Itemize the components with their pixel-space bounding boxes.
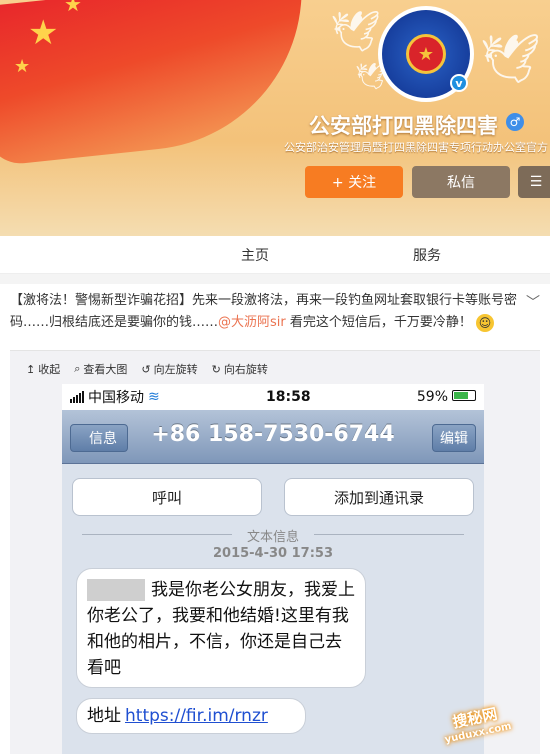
star-icon: ★: [64, 0, 82, 16]
chevron-down-icon[interactable]: ﹀: [526, 292, 540, 312]
dove-icon: 🕊: [480, 31, 541, 87]
battery-group: 59%: [417, 389, 476, 405]
avatar[interactable]: ★ v: [378, 6, 474, 102]
view-large-button[interactable]: ⌕ 查看大图: [74, 361, 127, 377]
collapse-button[interactable]: ↥ 收起: [26, 361, 60, 377]
emoji-icon: ☺: [476, 313, 495, 332]
sms-screenshot[interactable]: 中国移动 ≋ 18:58 59% 信息 +86 158-7530-6744 编辑…: [62, 384, 484, 754]
message-button[interactable]: 私信: [412, 166, 510, 198]
message-date: 2015-4-30 17:53: [212, 546, 333, 561]
dove-icon: 🕊: [330, 9, 381, 55]
star-icon: ★: [14, 56, 31, 77]
carrier-group: 中国移动 ≋: [70, 387, 160, 407]
collapse-label: 收起: [38, 363, 61, 376]
phishing-link[interactable]: https://fir.im/rnzr: [125, 703, 268, 729]
rotate-left-icon: ↺: [141, 362, 151, 376]
clock: 18:58: [266, 389, 311, 405]
message-separator: 文本信息: [62, 526, 484, 545]
battery-percent: 59%: [416, 389, 448, 405]
section-divider: [0, 274, 550, 284]
redacted-block: [87, 579, 145, 601]
gender-icon: ♂: [506, 113, 524, 131]
rotate-left-button[interactable]: ↺ 向左旋转: [141, 361, 197, 377]
verified-icon: v: [450, 74, 468, 92]
rotate-left-label: 向左旋转: [153, 363, 198, 376]
emblem-star-icon: ★: [406, 34, 446, 74]
wifi-icon: ≋: [148, 389, 160, 405]
post-text-part2: 看完这个短信后，千万要冷静！: [289, 315, 472, 330]
message-bubble: 我是你老公女朋友，我爱上你老公了，我要和他结婚!这里有我和他的相片，不信，你还是…: [76, 568, 366, 688]
star-icon: ★: [28, 13, 59, 53]
signal-icon: [70, 391, 84, 403]
profile-description: 公安部治安管理局暨打四黑除四害专项行动办公室官方: [284, 141, 548, 154]
edit-button[interactable]: 编辑: [432, 424, 476, 452]
carrier-name: 中国移动: [88, 390, 144, 406]
add-contact-button[interactable]: 添加到通讯录: [284, 478, 474, 516]
sms-header: 信息 +86 158-7530-6744 编辑: [62, 410, 484, 464]
battery-icon: [452, 390, 476, 401]
sender-number: +86 158-7530-6744: [151, 422, 395, 447]
tab-home[interactable]: 主页: [241, 245, 269, 265]
magnify-icon: ⌕: [74, 362, 81, 375]
rotate-right-button[interactable]: ↻ 向右旋转: [212, 361, 268, 377]
call-button[interactable]: 呼叫: [72, 478, 262, 516]
rotate-right-label: 向右旋转: [223, 363, 268, 376]
more-menu-icon[interactable]: ☰: [518, 166, 550, 198]
view-large-label: 查看大图: [83, 363, 128, 376]
image-toolbar: ↥ 收起 ⌕ 查看大图 ↺ 向左旋转 ↻ 向右旋转: [26, 361, 268, 377]
police-emblem: ★ v: [382, 10, 470, 98]
weibo-page: ★ ★ ★ 🕊 🕊 🕊 ★ v 公安部打四黑除四害 ♂ 公安部治安管理局暨打四黑…: [0, 0, 550, 754]
contact-actions: 呼叫 添加到通讯录: [72, 478, 474, 516]
follow-button[interactable]: + 关注: [305, 166, 403, 198]
rotate-right-icon: ↻: [211, 362, 221, 376]
message-bubble: 地址 https://fir.im/rnzr: [76, 698, 306, 734]
message-prefix: 地址: [87, 706, 121, 726]
profile-name: 公安部打四黑除四害: [309, 114, 498, 138]
profile-nav: 主页 服务: [0, 236, 550, 274]
tab-service[interactable]: 服务: [413, 245, 441, 265]
mention-link[interactable]: @大沥阿sir: [218, 315, 286, 330]
arrow-up-icon: ↥: [26, 362, 36, 376]
status-bar: 中国移动 ≋ 18:58 59%: [62, 384, 484, 410]
profile-banner: ★ ★ ★ 🕊 🕊 🕊 ★ v 公安部打四黑除四害 ♂ 公安部治安管理局暨打四黑…: [0, 0, 550, 236]
post-text: 【激将法！警惕新型诈骗花招】先来一段激将法，再来一段钓鱼网址套取银行卡等账号密码…: [10, 290, 530, 334]
